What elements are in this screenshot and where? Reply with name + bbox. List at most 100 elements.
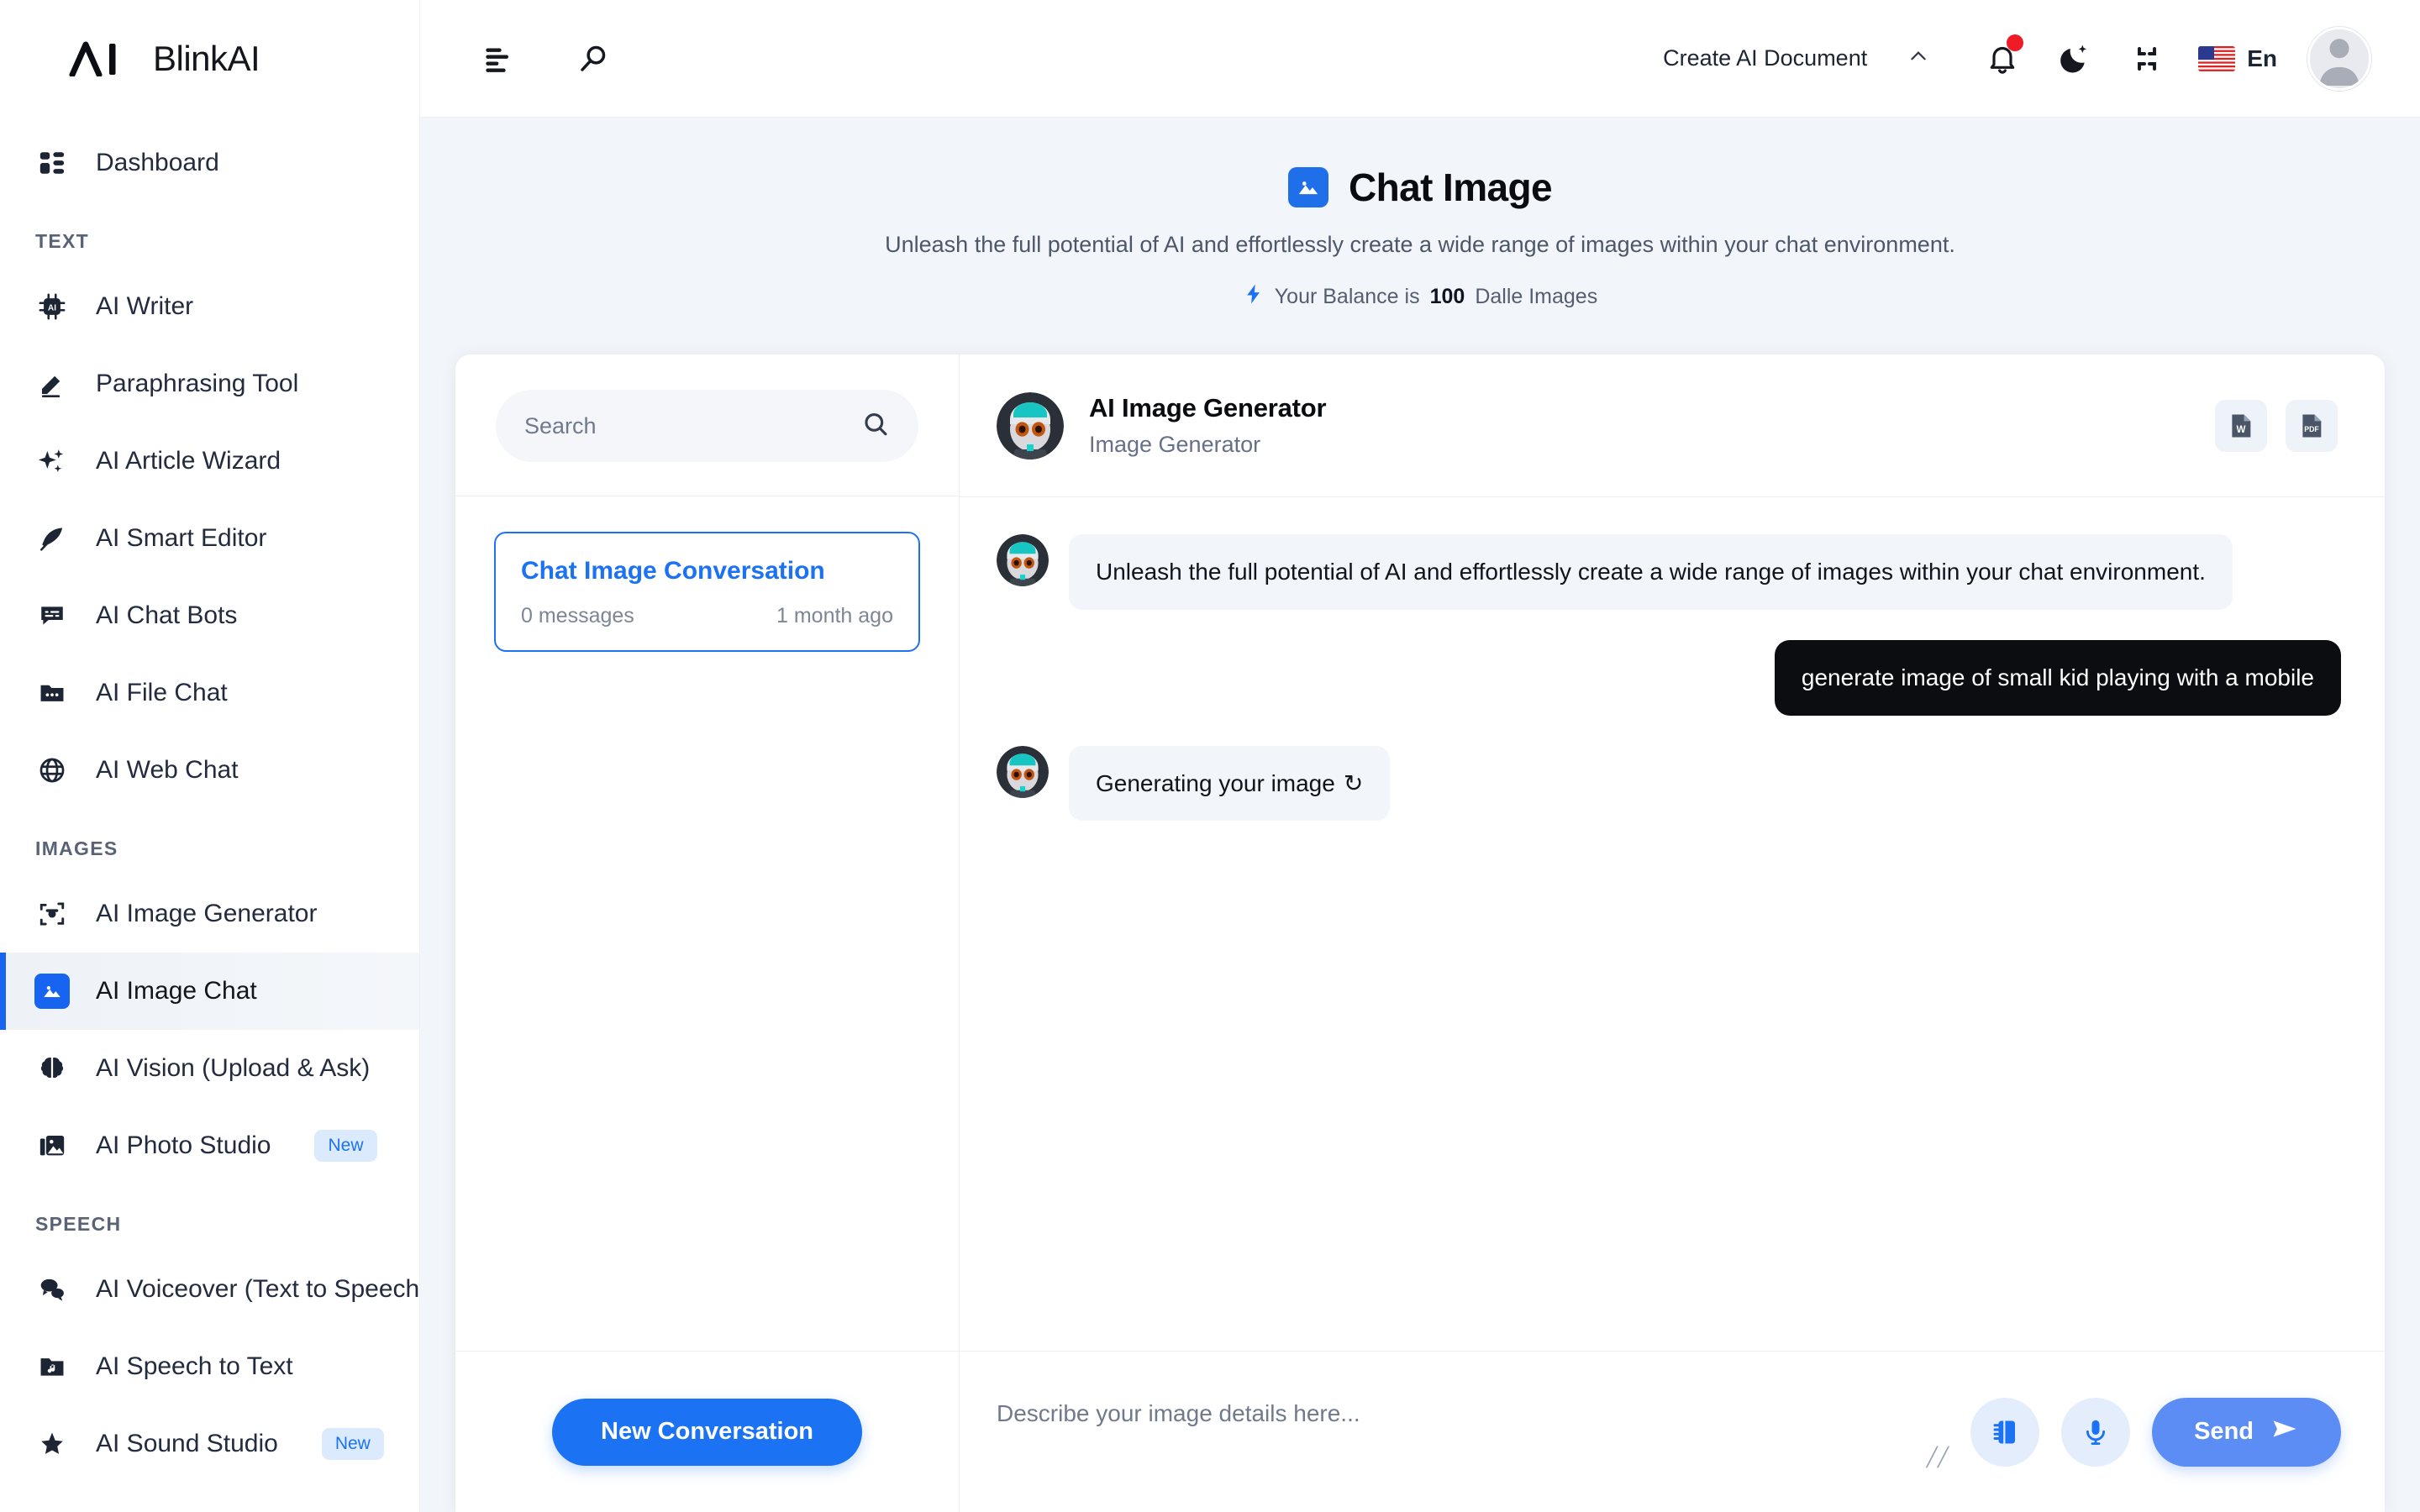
sidebar-item-dashboard[interactable]: Dashboard: [0, 124, 419, 202]
balance-prefix: Your Balance is: [1274, 285, 1420, 308]
sidebar-item-label: AI Sound Studio: [96, 1430, 278, 1457]
sidebar-badge-new: New: [314, 1130, 377, 1162]
sidebar-item-ai-image-generator[interactable]: AI Image Generator: [0, 875, 419, 953]
sidebar-item-ai-voiceover[interactable]: AI Voiceover (Text to Speech): [0, 1251, 419, 1328]
header-right-controls: Create AI Document En: [1663, 23, 2420, 95]
message-bubble: generate image of small kid playing with…: [1774, 639, 2341, 716]
sidebar-item-ai-web-chat[interactable]: AI Web Chat: [0, 732, 419, 809]
conversation-search[interactable]: [496, 390, 918, 462]
sidebar-item-ai-image-chat[interactable]: AI Image Chat: [0, 953, 419, 1030]
search-input[interactable]: [524, 412, 851, 439]
sidebar-item-ai-photo-studio[interactable]: AI Photo Studio New: [0, 1107, 419, 1184]
page-header: Chat Image Unleash the full potential of…: [420, 118, 2420, 311]
sidebar-group-speech: SPEECH: [35, 1213, 122, 1235]
header-left-controls: [420, 38, 615, 80]
brand-name: BlinkAI: [153, 39, 260, 79]
robot-avatar-icon: [997, 745, 1049, 798]
photo-stack-icon: [34, 1127, 71, 1164]
brand-logo[interactable]: BlinkAI: [0, 0, 419, 118]
hamburger-menu-icon[interactable]: [479, 38, 521, 80]
dark-mode-toggle[interactable]: [2039, 23, 2111, 95]
sidebar-group-images: IMAGES: [35, 837, 118, 859]
sidebar-item-label: AI Photo Studio: [96, 1131, 271, 1159]
balance-amount: 100: [1429, 285, 1465, 308]
notebook-icon[interactable]: [1970, 1397, 2040, 1467]
chat-message-user: generate image of small kid playing with…: [997, 639, 2341, 716]
chat-header: AI Image Generator Image Generator W PDF: [960, 354, 2385, 497]
star-icon: [34, 1425, 71, 1462]
svg-text:AI: AI: [48, 304, 56, 313]
sidebar-item-label: AI Chat Bots: [96, 601, 238, 629]
bot-name: AI Image Generator: [1089, 393, 1327, 423]
brain-icon: [34, 1050, 71, 1087]
sidebar-item-label: AI Writer: [96, 292, 194, 320]
conversations-panel: Chat Image Conversation 0 messages 1 mon…: [455, 354, 960, 1512]
search-icon[interactable]: [861, 410, 890, 443]
send-label: Send: [2194, 1418, 2254, 1445]
conversation-search-wrap: [455, 354, 959, 496]
sidebar-item-label: AI Image Chat: [96, 977, 257, 1005]
feather-icon: [34, 520, 71, 557]
sidebar-item-ai-speech-to-text[interactable]: AI Speech to Text: [0, 1328, 419, 1405]
sidebar-item-ai-file-chat[interactable]: AI File Chat: [0, 654, 419, 732]
pdf-file-icon[interactable]: PDF: [2286, 399, 2338, 452]
sidebar-item-label: Paraphrasing Tool: [96, 370, 299, 397]
bot-role: Image Generator: [1089, 432, 1261, 457]
sidebar-nav: Dashboard TEXT AI AI Writer Paraphrasing…: [0, 118, 419, 1483]
send-button[interactable]: Send: [2152, 1397, 2341, 1467]
fullscreen-compress-icon[interactable]: [2111, 23, 2183, 95]
avatar[interactable]: [2307, 26, 2371, 91]
sidebar-item-paraphrasing-tool[interactable]: Paraphrasing Tool: [0, 345, 419, 423]
main-content: Chat Image Unleash the full potential of…: [420, 118, 2420, 1512]
word-file-icon[interactable]: W: [2215, 399, 2267, 452]
search-icon[interactable]: [573, 38, 615, 80]
sidebar-item-ai-sound-studio[interactable]: AI Sound Studio New: [0, 1405, 419, 1483]
conversations-footer: New Conversation: [455, 1351, 959, 1512]
language-selector[interactable]: En: [2198, 45, 2277, 72]
message-input[interactable]: [997, 1383, 1949, 1476]
chat-bubble-icon: [34, 597, 71, 634]
globe-icon: [34, 752, 71, 789]
balance-status: Your Balance is 100 Dalle Images: [420, 283, 2420, 311]
language-label: En: [2247, 45, 2277, 71]
us-flag-icon: [2198, 45, 2236, 71]
sidebar-item-ai-chat-bots[interactable]: AI Chat Bots: [0, 577, 419, 654]
new-conversation-button[interactable]: New Conversation: [552, 1398, 862, 1466]
composer-input-wrap: ╱╱: [997, 1383, 1949, 1480]
robot-avatar-icon: [997, 534, 1049, 586]
sidebar-badge-new: New: [321, 1428, 384, 1460]
brand-name-text: BlinkAI: [153, 39, 260, 78]
message-composer: ╱╱ Send: [960, 1351, 2385, 1512]
resize-handle[interactable]: ╱╱: [1927, 1446, 1949, 1468]
chat-panel: AI Image Generator Image Generator W PDF: [960, 354, 2385, 1512]
conversation-list: Chat Image Conversation 0 messages 1 mon…: [455, 496, 959, 1351]
sidebar-item-ai-smart-editor[interactable]: AI Smart Editor: [0, 500, 419, 577]
chat-messages: Unleash the full potential of AI and eff…: [960, 497, 2385, 1351]
chat-export-actions: W PDF: [2215, 399, 2338, 452]
chat-message-bot-generating: Generating your image ↻: [997, 745, 2341, 822]
sidebar-item-ai-vision[interactable]: AI Vision (Upload & Ask): [0, 1030, 419, 1107]
sidebar-item-ai-article-wizard[interactable]: AI Article Wizard: [0, 423, 419, 500]
chip-ai-icon: AI: [34, 288, 71, 325]
create-ai-document-label: Create AI Document: [1663, 45, 1868, 71]
chevron-up-icon: [1907, 45, 1929, 72]
sidebar: BlinkAI Dashboard TEXT AI AI Writer Para…: [0, 0, 420, 1512]
sidebar-item-label: AI Smart Editor: [96, 524, 267, 552]
image-icon: [1288, 167, 1329, 207]
dashboard-grid-icon: [34, 144, 71, 181]
svg-text:PDF: PDF: [2304, 425, 2319, 433]
sidebar-item-label: AI Article Wizard: [96, 447, 281, 475]
sidebar-item-label: AI Voiceover (Text to Speech): [96, 1275, 420, 1303]
svg-text:W: W: [2237, 423, 2246, 434]
sidebar-item-label: AI Image Generator: [96, 900, 318, 927]
page-title-text: Chat Image: [1349, 165, 1553, 209]
sparkles-icon: [34, 443, 71, 480]
create-ai-document-button[interactable]: Create AI Document: [1663, 45, 1929, 72]
notifications-button[interactable]: [1966, 23, 2039, 95]
microphone-icon[interactable]: [2061, 1397, 2131, 1467]
list-item[interactable]: Chat Image Conversation 0 messages 1 mon…: [494, 532, 920, 652]
page-title: Chat Image: [420, 165, 2420, 210]
sidebar-item-ai-writer[interactable]: AI AI Writer: [0, 268, 419, 345]
chat-message-bot: Unleash the full potential of AI and eff…: [997, 534, 2341, 610]
page-subtitle: Unleash the full potential of AI and eff…: [885, 232, 1955, 257]
